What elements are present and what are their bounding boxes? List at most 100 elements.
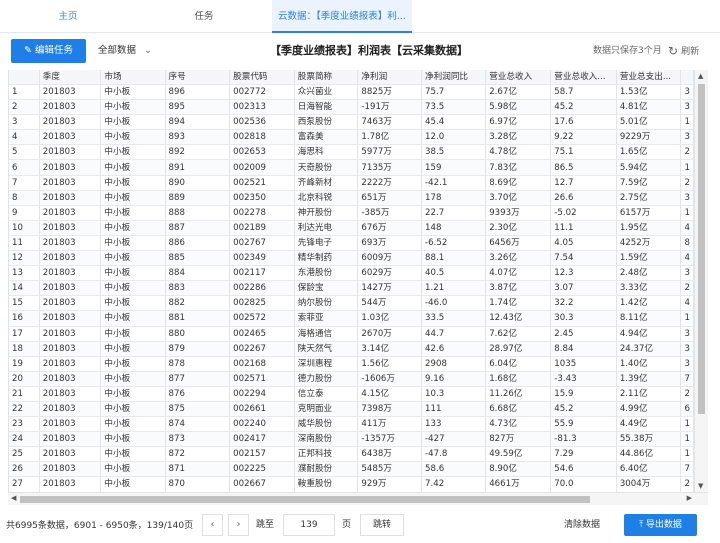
table-cell: 4.07亿 <box>485 265 552 282</box>
table-row[interactable]: 3 201803 中小板 894 002536 西泵股份 7463万 45.4 6.97亿 17.… <box>9 114 694 131</box>
goto-button[interactable]: 跳转 <box>360 514 404 536</box>
table-row[interactable]: 18 201803 中小板 879 002267 陕天然气 3.14亿 42.6 28.97亿 8… <box>9 341 694 357</box>
prev-page-button[interactable]: ‹ <box>202 514 223 536</box>
table-cell: 45.2 <box>550 401 617 418</box>
table-cell: 885 <box>165 250 231 267</box>
table-row[interactable]: 9 201803 中小板 888 002278 神开股份 -385万 22.7 9393万 -5.… <box>9 205 694 221</box>
table-cell: 889 <box>165 190 231 206</box>
table-row[interactable]: 14 201803 中小板 883 002286 保龄宝 1427万 1.21 3.87亿 3.0… <box>9 280 694 297</box>
column-header[interactable]: 股票简称 <box>294 70 359 85</box>
table-cell: 894 <box>165 114 231 131</box>
table-cell: 11.1 <box>550 220 617 236</box>
scroll-right-icon[interactable]: ▶ <box>687 494 692 502</box>
table-row[interactable]: 6 201803 中小板 891 002009 天奇股份 7135万 159 7.83亿 86.5… <box>9 159 694 176</box>
table-row[interactable]: 15 201803 中小板 882 002825 纳尔股份 544万 -46.0 1.74亿 32… <box>9 295 694 312</box>
table-cell: 002117 <box>229 265 295 282</box>
table-cell: 12.7 <box>550 175 617 191</box>
table-row[interactable]: 27 201803 中小板 870 002667 鞍重股份 929万 7.42 4661万 70.… <box>9 476 694 492</box>
table-cell: 133 <box>421 416 487 433</box>
table-cell: 8.11亿 <box>616 310 682 327</box>
table-cell: 3.33亿 <box>616 280 682 297</box>
table-cell: 002767 <box>229 235 295 252</box>
table-cell: 1.53亿 <box>616 84 682 101</box>
table-row[interactable]: 10 201803 中小板 887 002189 利达光电 676万 148 2.30亿 11.1… <box>9 220 694 236</box>
next-page-button[interactable]: › <box>228 514 249 536</box>
edit-task-button[interactable]: ✎ 编辑任务 <box>11 39 86 63</box>
table-row[interactable]: 17 201803 中小板 880 002465 海格通信 2670万 44.7 7.62亿 2.… <box>9 326 694 342</box>
table-row[interactable]: 26 201803 中小板 871 002225 濮耐股份 5485万 58.6 8.90亿 54… <box>9 461 694 478</box>
table-row[interactable]: 22 201803 中小板 875 002661 克明面业 7398万 111 6.68亿 45.… <box>9 401 694 418</box>
export-data-button[interactable]: ⤒ 导出数据 <box>624 514 697 536</box>
table-cell: 40.5 <box>421 265 487 282</box>
table-row[interactable]: 23 201803 中小板 874 002240 威华股份 411万 133 4.73亿 55.9… <box>9 416 694 433</box>
tab-home[interactable]: 主页 <box>0 0 136 33</box>
table-cell: 895 <box>165 99 231 116</box>
scroll-up-icon[interactable]: ▲ <box>698 72 703 80</box>
table-row[interactable]: 11 201803 中小板 886 002767 先锋电子 693万 -6.52 6456万 4.… <box>9 235 694 252</box>
table-cell: 1035 <box>550 356 617 372</box>
table-row[interactable]: 21 201803 中小板 876 002294 信立泰 4.15亿 10.3 11.26亿 15… <box>9 386 694 402</box>
table-cell: 201803 <box>39 295 102 312</box>
column-header[interactable]: 净利润同比 <box>421 70 487 85</box>
table-cell: 002157 <box>229 446 295 463</box>
table-row[interactable]: 1 201803 中小板 896 002772 众兴菌业 8825万 75.7 2.67亿 58.… <box>9 84 694 101</box>
table-cell: 002571 <box>229 371 295 387</box>
vertical-scroll-thumb[interactable] <box>698 84 705 414</box>
horizontal-scrollbar[interactable]: ◀ ▶ <box>8 492 708 505</box>
column-header[interactable]: 净利润 <box>357 70 423 85</box>
table-cell: 1.39亿 <box>616 371 682 387</box>
table-cell: 201803 <box>39 416 102 433</box>
table-cell: 2 <box>680 175 694 191</box>
table-row[interactable]: 16 201803 中小板 881 002572 索菲亚 1.03亿 33.5 12.43亿 30… <box>9 310 694 327</box>
table-cell: 8.84 <box>550 341 617 357</box>
column-header[interactable]: 季度 <box>39 70 102 85</box>
table-cell: 1.59亿 <box>616 250 682 267</box>
page-number-input[interactable]: 139 <box>283 514 335 536</box>
table-row[interactable]: 4 201803 中小板 893 002818 富森美 1.78亿 12.0 3.28亿 9.22… <box>9 129 694 146</box>
column-header[interactable]: 市场 <box>100 70 166 85</box>
column-header[interactable]: 股票代码 <box>229 70 295 85</box>
column-header[interactable]: 营业总收入... <box>550 70 617 85</box>
tab-tasks[interactable]: 任务 <box>136 0 272 33</box>
table-cell: 002278 <box>229 205 295 221</box>
table-cell: 26.6 <box>550 190 617 206</box>
table-cell: 6157万 <box>616 205 682 221</box>
table-cell: 201803 <box>39 476 102 492</box>
table-cell: 先锋电子 <box>294 235 359 252</box>
scroll-left-icon[interactable]: ◀ <box>11 494 16 502</box>
table-cell: 111 <box>421 401 487 418</box>
table-cell: 1 <box>680 205 694 221</box>
vertical-scrollbar[interactable]: ▲ ▼ <box>694 70 708 492</box>
column-header[interactable] <box>680 70 694 85</box>
table-row[interactable]: 13 201803 中小板 884 002117 东港股份 6029万 40.5 4.07亿 12… <box>9 265 694 282</box>
column-header[interactable]: 营业总收入 <box>485 70 552 85</box>
table-row[interactable]: 19 201803 中小板 878 002168 深圳惠程 1.56亿 2908 6.04亿 10… <box>9 356 694 372</box>
table-cell: 201803 <box>39 84 102 101</box>
horizontal-scroll-thumb[interactable] <box>20 496 590 503</box>
table-cell: 20 <box>9 371 40 387</box>
table-row[interactable]: 12 201803 中小板 885 002349 精华制药 6009万 88.1 3.26亿 7.… <box>9 250 694 267</box>
table-cell: -1357万 <box>357 431 423 448</box>
table-cell: 7398万 <box>357 401 423 418</box>
data-filter-dropdown[interactable]: 全部数据 ⌄ <box>98 39 152 63</box>
table-row[interactable]: 25 201803 中小板 872 002157 正邦科技 6438万 -47.8 49.59亿… <box>9 446 694 463</box>
refresh-button[interactable]: ↻ 刷新 <box>668 39 699 63</box>
table-row[interactable]: 24 201803 中小板 873 002417 深南股份 -1357万 -427 827万 -8… <box>9 431 694 448</box>
table-cell: 13 <box>9 265 40 282</box>
table-cell: -191万 <box>357 99 423 116</box>
column-header[interactable] <box>9 70 40 85</box>
clear-data-button[interactable]: 清除数据 <box>564 514 600 536</box>
table-cell: 1.40亿 <box>616 356 682 372</box>
table-row[interactable]: 5 201803 中小板 892 002653 海思科 5977万 38.5 4.78亿 75.1… <box>9 144 694 161</box>
table-cell: 正邦科技 <box>294 446 359 463</box>
table-row[interactable]: 2 201803 中小板 895 002313 日海智能 -191万 73.5 5.98亿 45.… <box>9 99 694 116</box>
table-row[interactable]: 7 201803 中小板 890 002521 齐峰新材 2222万 -42.1 8.69亿 12… <box>9 175 694 191</box>
tab-cloud-data[interactable]: 云数据：【季度业绩报表】利... <box>272 0 412 33</box>
pagination-info: 共6995条数据，6901 - 6950条，139/140页 <box>6 521 194 531</box>
scroll-down-icon[interactable]: ▼ <box>698 482 703 490</box>
column-header[interactable]: 营业总支出... <box>616 70 682 85</box>
table-cell: 中小板 <box>100 371 166 387</box>
column-header[interactable]: 序号 <box>165 70 231 85</box>
table-row[interactable]: 20 201803 中小板 877 002571 德力股份 -1606万 9.16 1.68亿 -… <box>9 371 694 387</box>
table-row[interactable]: 8 201803 中小板 889 002350 北京科锐 651万 178 3.70亿 26.6 2… <box>9 190 694 206</box>
